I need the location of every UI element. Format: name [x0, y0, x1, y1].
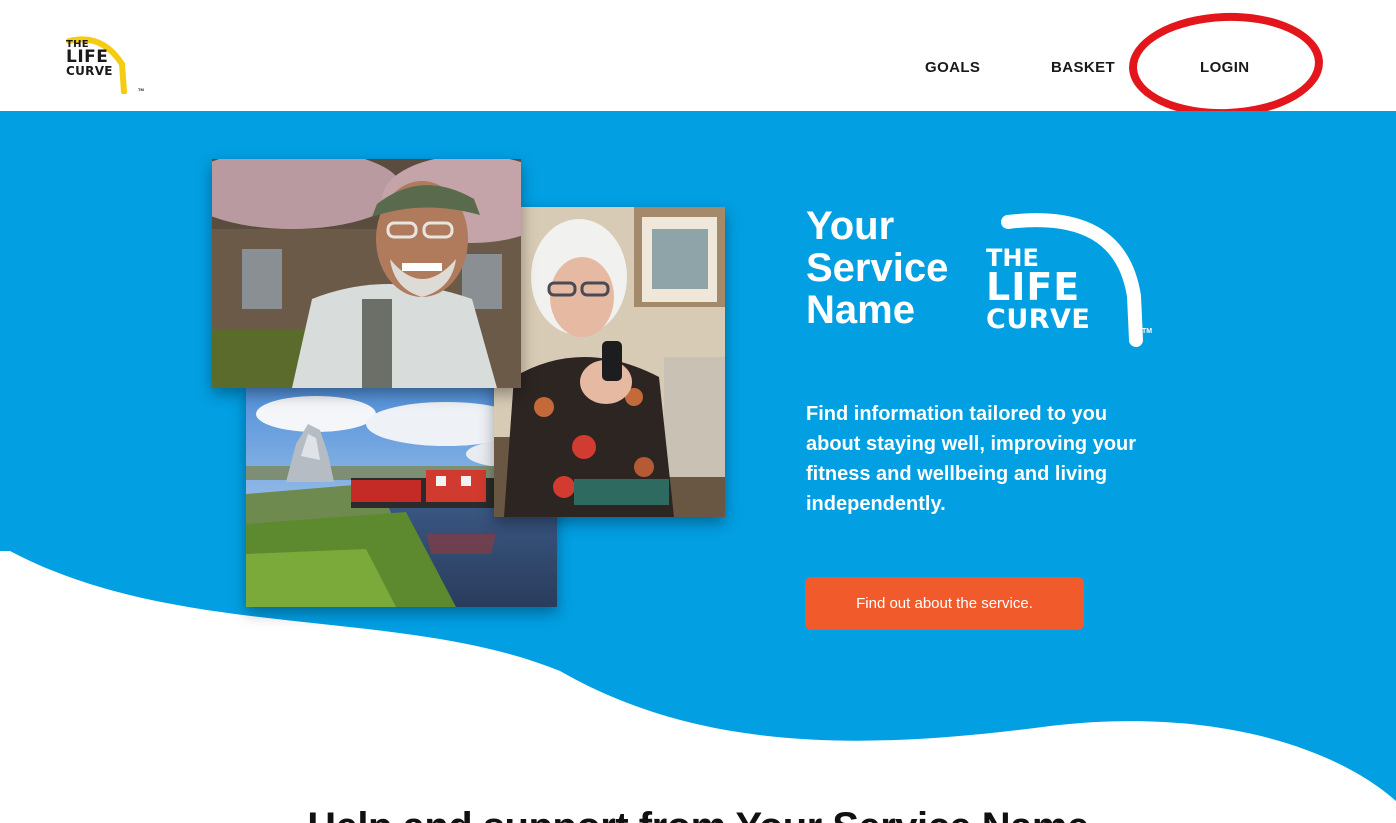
hero-description: Find information tailored to you about s… — [806, 403, 1137, 515]
older-woman-with-phone-photo — [494, 207, 725, 517]
logo-wordmark: THE LIFE CURVE — [66, 39, 113, 78]
hero-life-curve-logo: THE LIFE CURVE TM — [980, 210, 1152, 350]
logo-trademark: TM — [138, 87, 144, 92]
help-support-heading: Help and support from Your Service Name — [0, 805, 1396, 823]
find-out-about-service-button[interactable]: Find out about the service. — [805, 577, 1084, 630]
older-man-in-cap-photo — [212, 159, 521, 388]
nav-goals[interactable]: GOALS — [925, 59, 980, 76]
nav-basket[interactable]: BASKET — [1051, 59, 1115, 76]
life-curve-logo[interactable]: THE LIFE CURVE TM — [66, 36, 146, 94]
hero-title: Your Service Name — [806, 204, 949, 332]
